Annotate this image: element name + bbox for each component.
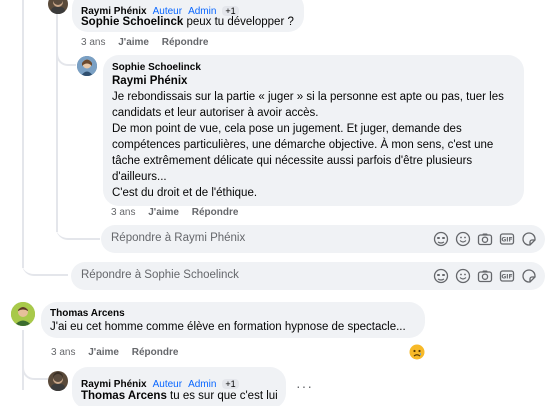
timestamp[interactable]: 3 ans (81, 37, 105, 48)
reply-tools: GIF (433, 231, 537, 247)
thread-line-outer (22, 0, 24, 268)
sad-reaction-icon[interactable] (409, 344, 425, 360)
emoji-icon[interactable] (455, 231, 471, 247)
reply-input[interactable]: Répondre à Sophie Schoelinck GIF (71, 262, 545, 290)
reply-placeholder: Répondre à Raymi Phénix (111, 232, 246, 244)
comment-bubble: Raymi Phénix Auteur Admin +1 Sophie Schoeli… (72, 0, 304, 32)
comment-bubble: Thomas Arcens J'ai eu cet homme comme él… (41, 302, 425, 338)
reply-button[interactable]: Répondre (162, 37, 209, 48)
avatar[interactable] (48, 0, 68, 14)
author-name[interactable]: Sophie Schoelinck (112, 62, 201, 73)
comment-bubble: Sophie Schoelinck Raymi Phénix Je rebond… (103, 55, 524, 206)
reply-tools: GIF (433, 268, 537, 284)
gif-icon[interactable]: GIF (499, 231, 515, 247)
emoji-icon[interactable] (455, 268, 471, 284)
comment-text: Sophie Schoelinck peux tu développer ? (81, 14, 294, 30)
sticker-icon[interactable] (521, 231, 537, 247)
like-button[interactable]: J'aime (118, 37, 149, 48)
comment-paragraph: De mon point de vue, cela pose un jugeme… (112, 123, 494, 183)
thread-line-thomas (22, 330, 24, 390)
comment-actions: 3 ans J'aime Répondre (81, 37, 218, 48)
camera-icon[interactable] (477, 268, 493, 284)
reply-button[interactable]: Répondre (192, 207, 239, 218)
svg-text:GIF: GIF (501, 237, 512, 244)
avatar[interactable] (77, 56, 97, 76)
reply-button[interactable]: Répondre (132, 347, 179, 358)
comment-actions: 3 ans J'aime Répondre (111, 207, 248, 218)
comment-actions: 3 ans J'aime Répondre (51, 347, 188, 358)
comment-paragraph: C'est du droit et de l'éthique. (112, 187, 258, 199)
thread-connector (22, 248, 68, 276)
camera-icon[interactable] (477, 231, 493, 247)
comment-text: J'ai eu cet homme comme élève en formati… (50, 321, 406, 333)
thread-line-inner (56, 0, 58, 232)
gif-icon[interactable]: GIF (499, 268, 515, 284)
mention-link[interactable]: Sophie Schoelinck (81, 16, 183, 28)
avatar[interactable] (11, 302, 35, 326)
mention-link[interactable]: Thomas Arcens (81, 390, 167, 402)
comment-text: Thomas Arcens tu es sur que c'est lui (81, 388, 278, 404)
avatar-sticker-icon[interactable] (433, 268, 449, 284)
thread-connector (56, 40, 76, 66)
reply-input[interactable]: Répondre à Raymi Phénix GIF (101, 225, 545, 253)
author-name[interactable]: Thomas Arcens (50, 308, 125, 319)
mention-link[interactable]: Raymi Phénix (112, 73, 520, 89)
timestamp[interactable]: 3 ans (111, 207, 135, 218)
avatar-sticker-icon[interactable] (433, 231, 449, 247)
comment-body: peux tu développer ? (183, 16, 294, 28)
like-button[interactable]: J'aime (148, 207, 179, 218)
svg-text:GIF: GIF (501, 274, 512, 281)
more-options-icon[interactable]: ··· (296, 378, 313, 394)
reply-placeholder: Répondre à Sophie Schoelinck (81, 269, 239, 281)
thread-connector (22, 362, 48, 380)
comment-paragraph: Je rebondissais sur la partie « juger » … (112, 91, 504, 119)
comment-text: Raymi Phénix Je rebondissais sur la part… (112, 73, 520, 201)
thread-connector (56, 216, 100, 240)
like-button[interactable]: J'aime (88, 347, 119, 358)
comment-bubble: Raymi Phénix Auteur Admin +1 Thomas Arcens … (72, 367, 286, 406)
comment-body: tu es sur que c'est lui (166, 390, 278, 402)
timestamp[interactable]: 3 ans (51, 347, 75, 358)
avatar[interactable] (48, 371, 68, 391)
sticker-icon[interactable] (521, 268, 537, 284)
